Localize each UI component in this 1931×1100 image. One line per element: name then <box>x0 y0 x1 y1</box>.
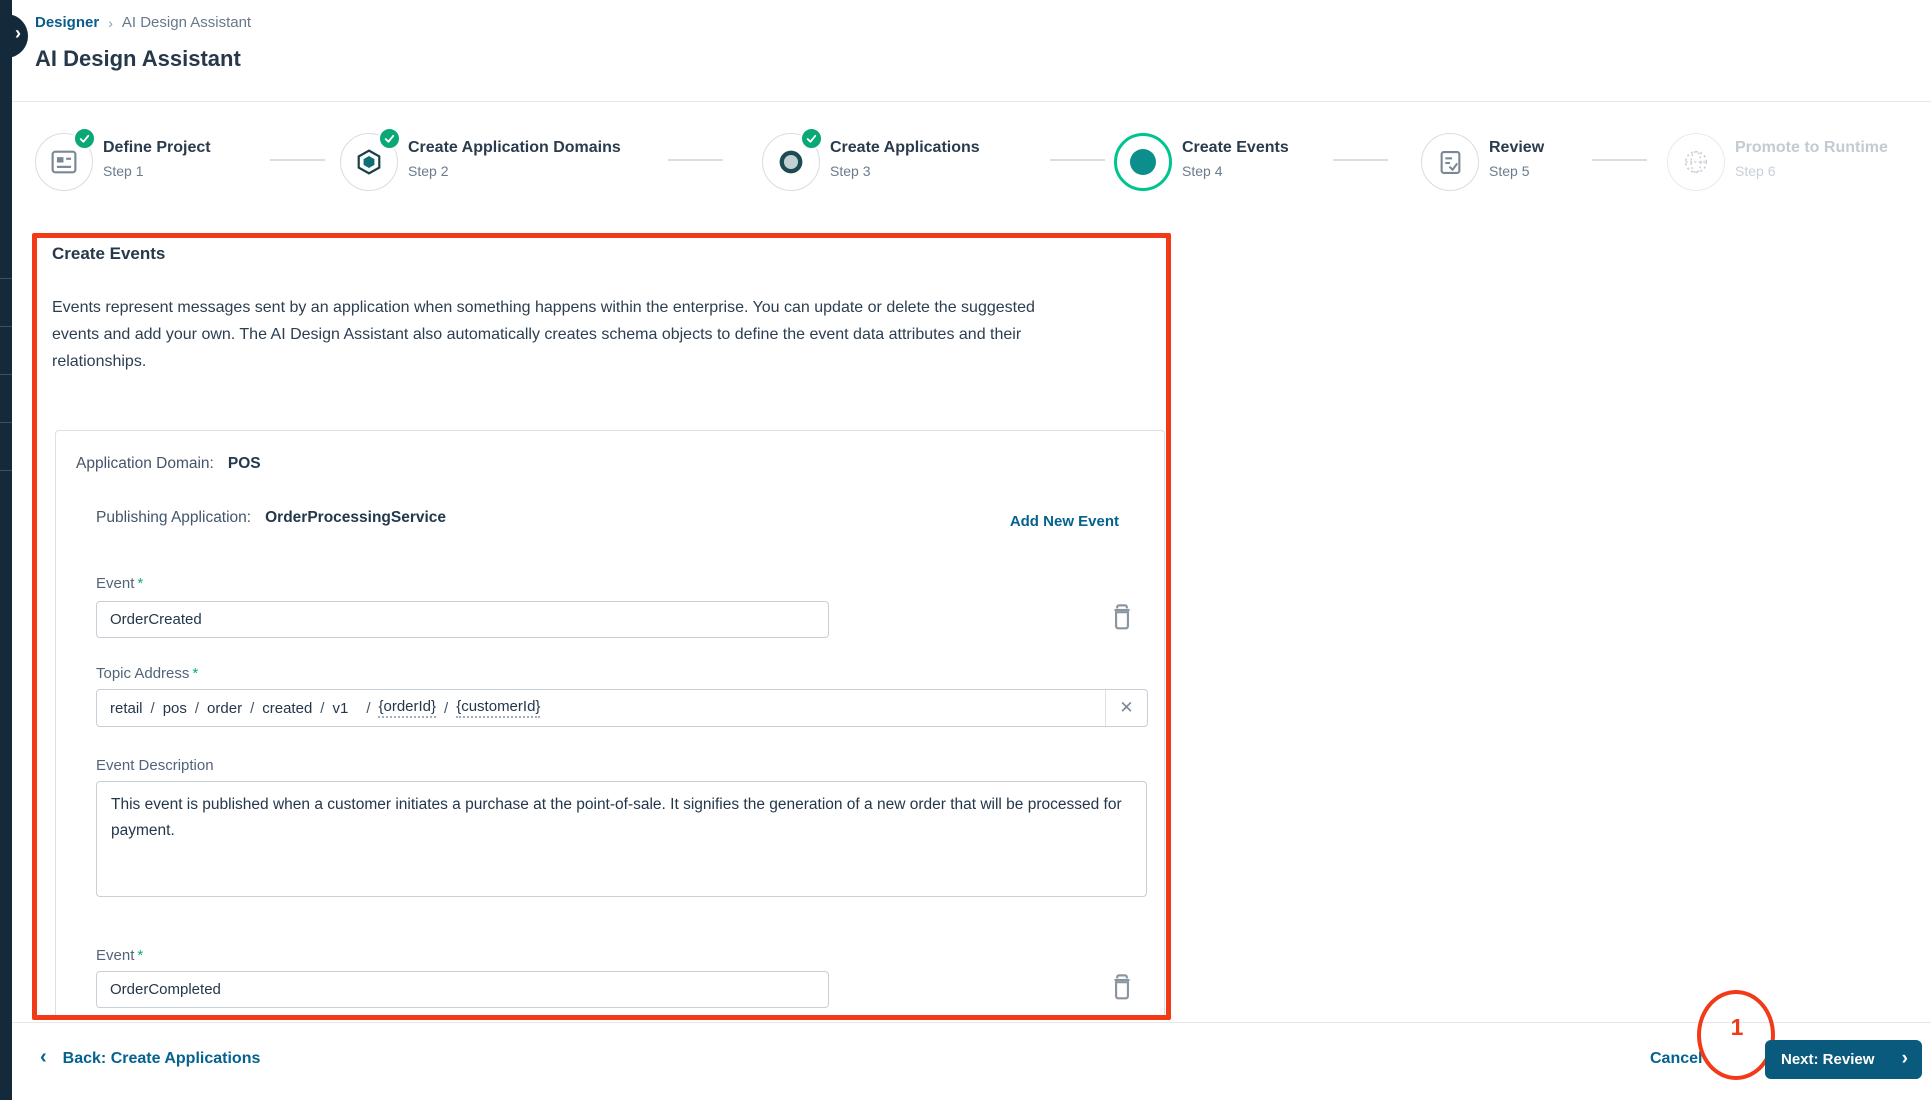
topic-address-input[interactable]: retail / pos / order / created / v1/{orderId} / {c… <box>96 689 1148 727</box>
stepper-step-review[interactable] <box>1421 133 1479 191</box>
required-asterisk: * <box>137 947 144 964</box>
step-title: Create Application Domains <box>408 139 621 156</box>
step-title: Create Events <box>1182 139 1289 156</box>
step-connector <box>1592 159 1647 161</box>
topic-address-value: retail / pos / order / created / v1/{orderId} / {c… <box>110 698 541 718</box>
project-card-icon <box>51 150 77 174</box>
topic-address-label: Topic Address * <box>96 665 199 682</box>
required-asterisk: * <box>137 575 144 592</box>
step-label-create-applications: Create Applications Step 3 <box>830 139 980 179</box>
publishing-application-value: OrderProcessingService <box>265 509 447 526</box>
breadcrumb-current: AI Design Assistant <box>121 14 252 31</box>
collapsed-sidebar-rail <box>0 0 12 1100</box>
step-label-create-application-domains: Create Application Domains Step 2 <box>408 139 621 179</box>
next-label: Next: Review <box>1781 1051 1875 1068</box>
publishing-application-label: Publishing Application: <box>96 509 252 526</box>
globe-dotted-icon <box>1684 150 1708 174</box>
next-review-button[interactable]: Next: Review › <box>1765 1040 1922 1079</box>
event-name-label: Event * <box>96 947 144 964</box>
step-title: Define Project <box>103 139 211 156</box>
header-divider <box>12 101 1931 102</box>
back-label: Back: Create Applications <box>62 1049 261 1067</box>
topic-segment: order <box>207 699 243 717</box>
step-title: Promote to Runtime <box>1735 139 1888 156</box>
cancel-button[interactable]: Cancel <box>1650 1050 1702 1068</box>
step-complete-check-icon <box>378 127 401 150</box>
step-number: Step 5 <box>1489 163 1530 179</box>
dot-icon <box>1130 149 1156 175</box>
event-description-input[interactable]: This event is published when a customer … <box>96 781 1147 897</box>
chevron-right-icon: › <box>15 23 21 43</box>
section-description: Events represent messages sent by an app… <box>52 299 1035 370</box>
step-number: Step 3 <box>830 163 871 179</box>
stepper-step-define-project[interactable] <box>35 127 96 191</box>
step-connector <box>1050 159 1105 161</box>
add-new-event-button[interactable]: Add New Event <box>1010 513 1119 530</box>
delete-event-button[interactable] <box>1109 603 1135 631</box>
topic-segment: retail <box>110 699 143 717</box>
delete-event-button[interactable] <box>1109 973 1135 1001</box>
event-name-input[interactable]: OrderCompleted <box>96 971 829 1008</box>
event-group-card: Application Domain: POS Publishing Applic… <box>55 430 1165 1018</box>
rail-divider <box>0 326 12 327</box>
chevron-right-icon: › <box>1901 1047 1908 1069</box>
chevron-left-icon: ‹ <box>40 1046 47 1068</box>
event-name-input[interactable]: OrderCreated <box>96 601 829 638</box>
topic-segment: pos <box>162 699 187 717</box>
footer-divider <box>12 1022 1931 1023</box>
application-domain-value: POS <box>227 455 261 472</box>
step-label-define-project: Define Project Step 1 <box>103 139 211 179</box>
step-connector <box>1333 159 1388 161</box>
step-label-create-events: Create Events Step 4 <box>1182 139 1289 179</box>
event-name-value: OrderCreated <box>110 611 202 628</box>
rail-divider <box>0 422 12 423</box>
application-domain-label: Application Domain: <box>76 455 214 472</box>
ring-icon <box>779 150 803 174</box>
publishing-application-row: Publishing Application: OrderProcessingSe… <box>96 509 446 527</box>
sidebar-expand-button[interactable]: › <box>0 14 28 58</box>
topic-variable-segment: {orderId} <box>378 698 437 718</box>
step-connector <box>668 159 723 161</box>
clear-topic-button[interactable]: ✕ <box>1105 690 1147 726</box>
section-heading: Create Events <box>52 244 166 263</box>
step-connector <box>270 159 325 161</box>
step-number: Step 2 <box>408 163 449 179</box>
required-asterisk: * <box>192 665 199 682</box>
event-name-label: Event * <box>96 575 144 592</box>
step-label-review: Review Step 5 <box>1489 139 1544 179</box>
step-number: Step 6 <box>1735 163 1776 179</box>
hexagon-icon <box>357 149 381 175</box>
step-label-promote-to-runtime: Promote to Runtime Step 6 <box>1735 139 1888 179</box>
rail-divider <box>0 278 12 279</box>
step-complete-check-icon <box>800 127 823 150</box>
step-title: Review <box>1489 139 1545 156</box>
close-icon: ✕ <box>1119 698 1134 717</box>
stepper-step-promote-to-runtime <box>1667 133 1725 191</box>
checklist-icon <box>1440 150 1460 174</box>
event-name-value: OrderCompleted <box>110 981 221 998</box>
back-button[interactable]: ‹ Back: Create Applications <box>40 1046 261 1069</box>
step-complete-check-icon <box>73 127 96 150</box>
application-domain-row: Application Domain: POS <box>76 455 261 473</box>
rail-divider <box>0 470 12 471</box>
annotation-number: 1 <box>1730 1014 1744 1040</box>
breadcrumb-designer-link[interactable]: Designer <box>35 14 99 31</box>
breadcrumb-separator-icon: › <box>108 14 113 31</box>
rail-divider <box>0 374 12 375</box>
step-number: Step 1 <box>103 163 144 179</box>
stepper-step-create-events[interactable] <box>1114 133 1172 191</box>
event-description-label: Event Description <box>96 757 214 774</box>
step-title: Create Applications <box>830 139 980 156</box>
topic-variable-segment: {customerId} <box>456 698 541 718</box>
topic-segment: v1 <box>332 699 349 717</box>
stepper-step-create-application-domains[interactable] <box>340 127 401 191</box>
topic-segment: created <box>262 699 313 717</box>
stepper-step-create-applications[interactable] <box>762 127 823 191</box>
step-number: Step 4 <box>1182 163 1223 179</box>
breadcrumb: Designer › AI Design Assistant <box>35 14 251 31</box>
page-title: AI Design Assistant <box>35 46 241 71</box>
